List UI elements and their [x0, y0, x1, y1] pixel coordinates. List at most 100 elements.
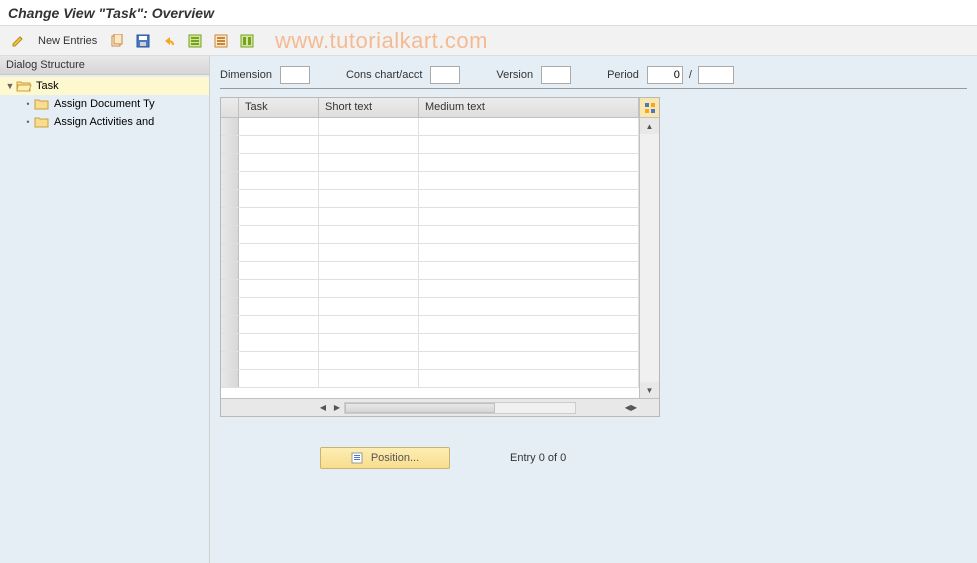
scroll-left-icon[interactable]: ◀ — [316, 401, 330, 415]
table-row[interactable] — [221, 208, 639, 226]
period-input-1[interactable] — [647, 66, 683, 84]
table-row[interactable] — [221, 244, 639, 262]
cell-task[interactable] — [239, 118, 319, 135]
tree-collapse-icon[interactable]: ▼ — [4, 81, 16, 91]
cell-medium[interactable] — [419, 244, 639, 261]
position-button[interactable]: Position... — [320, 447, 450, 469]
cell-task[interactable] — [239, 190, 319, 207]
grid-rows[interactable] — [221, 118, 639, 398]
cell-short[interactable] — [319, 208, 419, 225]
row-handle[interactable] — [221, 154, 239, 171]
expand-icon[interactable] — [237, 31, 257, 51]
tree-item-assign-act[interactable]: • Assign Activities and — [0, 113, 209, 131]
cell-short[interactable] — [319, 136, 419, 153]
cell-task[interactable] — [239, 154, 319, 171]
table-row[interactable] — [221, 118, 639, 136]
cell-task[interactable] — [239, 316, 319, 333]
cell-short[interactable] — [319, 298, 419, 315]
scroll-right-end-icon[interactable]: ▶ — [631, 399, 637, 415]
cell-short[interactable] — [319, 352, 419, 369]
row-handle[interactable] — [221, 280, 239, 297]
col-header-task[interactable]: Task — [239, 98, 319, 117]
horizontal-scrollbar[interactable]: ◀ ▶ — [316, 399, 576, 416]
row-handle[interactable] — [221, 190, 239, 207]
save-icon[interactable] — [133, 31, 153, 51]
cell-task[interactable] — [239, 208, 319, 225]
cell-task[interactable] — [239, 136, 319, 153]
cell-medium[interactable] — [419, 208, 639, 225]
row-handle[interactable] — [221, 298, 239, 315]
row-handle[interactable] — [221, 316, 239, 333]
tree-item-task[interactable]: ▼ Task — [0, 77, 209, 95]
copy-icon[interactable] — [107, 31, 127, 51]
table-row[interactable] — [221, 298, 639, 316]
table-row[interactable] — [221, 280, 639, 298]
cell-short[interactable] — [319, 370, 419, 387]
cell-medium[interactable] — [419, 370, 639, 387]
cell-task[interactable] — [239, 226, 319, 243]
cell-short[interactable] — [319, 334, 419, 351]
col-header-medium[interactable]: Medium text — [419, 98, 639, 117]
row-handle[interactable] — [221, 352, 239, 369]
cell-task[interactable] — [239, 298, 319, 315]
table-row[interactable] — [221, 136, 639, 154]
table-row[interactable] — [221, 352, 639, 370]
undo-icon[interactable] — [159, 31, 179, 51]
cell-medium[interactable] — [419, 316, 639, 333]
table-row[interactable] — [221, 262, 639, 280]
cell-short[interactable] — [319, 262, 419, 279]
grid-config-icon[interactable] — [639, 98, 659, 117]
cell-short[interactable] — [319, 118, 419, 135]
table-row[interactable] — [221, 172, 639, 190]
cell-medium[interactable] — [419, 334, 639, 351]
cell-task[interactable] — [239, 244, 319, 261]
cell-short[interactable] — [319, 226, 419, 243]
cell-task[interactable] — [239, 352, 319, 369]
scroll-track-h[interactable] — [344, 402, 576, 414]
row-handle[interactable] — [221, 136, 239, 153]
cell-task[interactable] — [239, 334, 319, 351]
cell-medium[interactable] — [419, 298, 639, 315]
cell-medium[interactable] — [419, 154, 639, 171]
cell-medium[interactable] — [419, 190, 639, 207]
dimension-input[interactable] — [280, 66, 310, 84]
vertical-scrollbar[interactable]: ▲ ▼ — [639, 118, 659, 398]
table-row[interactable] — [221, 316, 639, 334]
cell-short[interactable] — [319, 154, 419, 171]
grid-corner[interactable] — [221, 98, 239, 117]
new-entries-button[interactable]: New Entries — [34, 33, 101, 49]
cell-medium[interactable] — [419, 172, 639, 189]
table-row[interactable] — [221, 334, 639, 352]
cell-medium[interactable] — [419, 280, 639, 297]
scroll-down-icon[interactable]: ▼ — [640, 382, 659, 398]
row-handle[interactable] — [221, 262, 239, 279]
row-handle[interactable] — [221, 244, 239, 261]
cell-short[interactable] — [319, 172, 419, 189]
cell-task[interactable] — [239, 370, 319, 387]
row-handle[interactable] — [221, 208, 239, 225]
row-handle[interactable] — [221, 370, 239, 387]
cell-task[interactable] — [239, 280, 319, 297]
scroll-up-icon[interactable]: ▲ — [640, 118, 659, 134]
edit-icon[interactable] — [8, 31, 28, 51]
cell-medium[interactable] — [419, 118, 639, 135]
tree-item-assign-doc[interactable]: • Assign Document Ty — [0, 95, 209, 113]
scroll-right-step-icon[interactable]: ▶ — [330, 401, 344, 415]
table-row[interactable] — [221, 370, 639, 388]
row-handle[interactable] — [221, 226, 239, 243]
row-handle[interactable] — [221, 172, 239, 189]
select-all-icon[interactable] — [185, 31, 205, 51]
cell-medium[interactable] — [419, 136, 639, 153]
table-row[interactable] — [221, 226, 639, 244]
scroll-track-v[interactable] — [640, 134, 659, 382]
cell-short[interactable] — [319, 244, 419, 261]
cell-task[interactable] — [239, 262, 319, 279]
cons-chart-input[interactable] — [430, 66, 460, 84]
cell-short[interactable] — [319, 190, 419, 207]
row-handle[interactable] — [221, 118, 239, 135]
cell-medium[interactable] — [419, 226, 639, 243]
cell-medium[interactable] — [419, 352, 639, 369]
scroll-thumb-h[interactable] — [345, 403, 495, 413]
period-input-2[interactable] — [698, 66, 734, 84]
deselect-icon[interactable] — [211, 31, 231, 51]
